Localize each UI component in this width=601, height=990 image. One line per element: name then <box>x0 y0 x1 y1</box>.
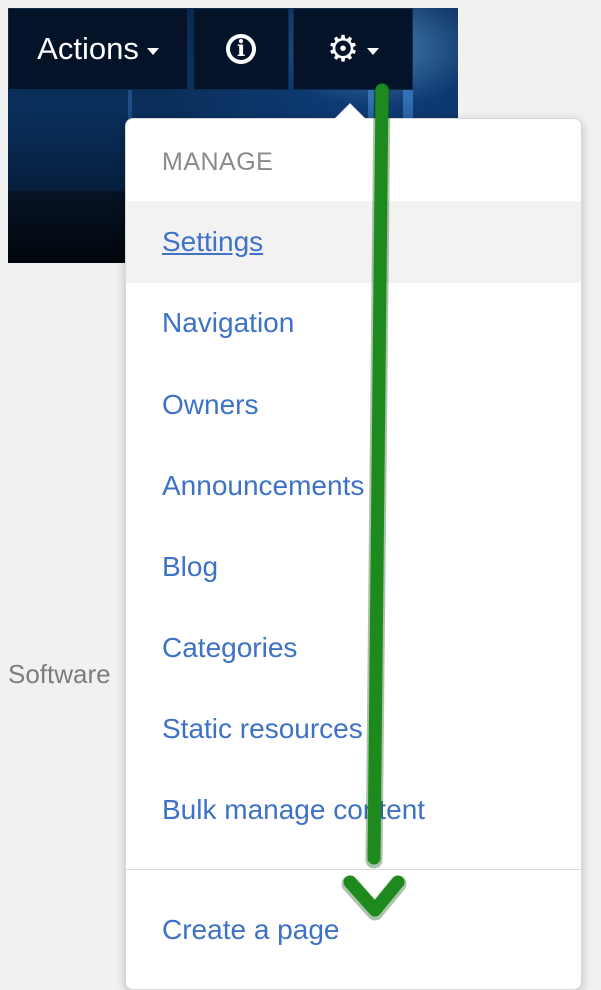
menu-divider <box>126 869 581 870</box>
menu-pointer-arrow <box>335 104 365 119</box>
menu-item-blog[interactable]: Blog <box>126 526 581 608</box>
menu-item-label: Static resources <box>162 713 363 744</box>
menu-heading: MANAGE <box>162 148 274 176</box>
chevron-down-icon <box>146 47 159 55</box>
settings-gear-button[interactable]: ⚙ <box>293 8 413 90</box>
menu-item-label: Blog <box>162 551 219 582</box>
menu-item-label: Categories <box>162 632 298 663</box>
menu-item-navigation[interactable]: Navigation <box>126 282 581 364</box>
menu-item-static-resources[interactable]: Static resources <box>126 688 581 770</box>
menu-item-label: Create a page <box>162 914 340 945</box>
side-text: Software <box>8 659 111 689</box>
gear-icon: ⚙ <box>326 28 360 69</box>
menu-item-label: Bulk manage content <box>162 794 426 825</box>
menu-item-label: Owners <box>162 389 259 420</box>
menu-item-categories[interactable]: Categories <box>126 607 581 689</box>
menu-item-label: Announcements <box>162 470 365 501</box>
menu-item-settings[interactable]: Settings <box>126 201 581 283</box>
info-circle-icon: i <box>226 34 256 64</box>
info-button[interactable]: i <box>193 8 289 90</box>
menu-item-label: Settings <box>162 226 264 257</box>
actions-label: Actions <box>37 31 139 66</box>
menu-item-label: Navigation <box>162 307 295 338</box>
menu-item-bulk-manage-content[interactable]: Bulk manage content <box>126 769 581 851</box>
menu-item-owners[interactable]: Owners <box>126 364 581 446</box>
menu-item-announcements[interactable]: Announcements <box>126 445 581 527</box>
menu-item-create-a-page[interactable]: Create a page <box>126 889 581 971</box>
chevron-down-icon <box>367 47 380 55</box>
manage-dropdown-menu: MANAGE Settings Navigation Owners Announ… <box>125 118 582 990</box>
actions-button[interactable]: Actions <box>8 8 188 90</box>
